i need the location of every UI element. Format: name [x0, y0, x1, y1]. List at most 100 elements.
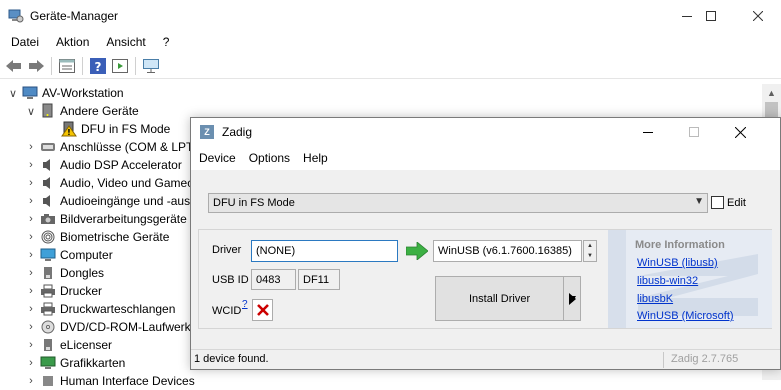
tree-item-elicenser[interactable]: › eLicenser	[25, 336, 112, 354]
tree-item-label: Bildverarbeitungsgeräte	[60, 212, 187, 226]
menu-help[interactable]: ?	[156, 35, 177, 49]
tree-item-label: AV-Workstation	[42, 86, 124, 100]
computer-icon	[22, 85, 38, 101]
chevron-right-icon[interactable]: ›	[25, 231, 37, 243]
printer-icon	[40, 283, 56, 299]
tree-item-av-workstation[interactable]: ∨ AV-Workstation	[7, 84, 124, 102]
chevron-down-icon[interactable]: ∨	[25, 105, 37, 118]
usb-pid-value: DF11	[303, 273, 330, 286]
status-text: 1 device found.	[194, 353, 269, 365]
tree-item-computer[interactable]: › Computer	[25, 246, 113, 264]
tree-item-label: Biometrische Geräte	[60, 230, 170, 244]
help-icon[interactable]: ?	[87, 55, 109, 77]
device-select-value: DFU in FS Mode	[213, 197, 295, 209]
device-select[interactable]: DFU in FS Mode ▼	[208, 193, 708, 213]
port-icon	[40, 139, 56, 155]
link-winusb-microsoft[interactable]: WinUSB (Microsoft)	[637, 310, 734, 322]
chevron-right-icon[interactable]: ›	[25, 249, 37, 261]
menu-aktion[interactable]: Aktion	[49, 35, 96, 49]
tree-item-bildverarbeitung[interactable]: › Bildverarbeitungsgeräte	[25, 210, 187, 228]
tree-item-hid[interactable]: › Human Interface Devices	[25, 372, 195, 390]
toolbar: ?	[0, 54, 781, 79]
target-driver-value: WinUSB (v6.1.7600.16385)	[438, 245, 572, 257]
tree-item-label: Audio DSP Accelerator	[60, 158, 182, 172]
close-button[interactable]	[717, 118, 763, 146]
tree-item-druckwarteschlangen[interactable]: › Druckwarteschlangen	[25, 300, 175, 318]
menu-datei[interactable]: Datei	[4, 35, 46, 49]
chevron-right-icon[interactable]: ›	[25, 177, 37, 189]
chevron-right-icon[interactable]: ›	[25, 285, 37, 297]
forward-icon[interactable]	[25, 55, 47, 77]
tree-item-dongles[interactable]: › Dongles	[25, 264, 104, 282]
tree-item-biometrisch[interactable]: › Biometrische Geräte	[25, 228, 169, 246]
status-separator	[663, 352, 664, 368]
install-driver-label: Install Driver	[469, 292, 531, 305]
maximize-button[interactable]	[688, 0, 734, 31]
chevron-right-icon[interactable]: ›	[25, 159, 37, 171]
window-title: Geräte-Manager	[30, 8, 119, 23]
spin-up-icon[interactable]: ▲	[587, 243, 593, 249]
arrow-right-icon	[406, 242, 428, 260]
minimize-button[interactable]	[625, 118, 671, 146]
close-button[interactable]	[735, 0, 781, 31]
menu-device[interactable]: Device	[194, 151, 241, 165]
update-driver-icon[interactable]	[109, 55, 131, 77]
toolbar-separator	[51, 57, 52, 75]
menu-bar: Datei Aktion Ansicht ?	[0, 31, 781, 53]
tree-item-label: Dongles	[60, 266, 105, 280]
tree-item-andere-geraete[interactable]: ∨ Andere Geräte	[25, 102, 139, 120]
tree-item-label: Grafikkarten	[60, 356, 126, 370]
usb-vid-field: 0483	[251, 269, 296, 290]
chevron-right-icon[interactable]: ›	[25, 267, 37, 279]
chevron-right-icon[interactable]: ›	[25, 141, 37, 153]
tree-item-anschluesse[interactable]: › Anschlüsse (COM & LPT)	[25, 138, 197, 156]
tree-item-label: Computer	[60, 248, 113, 262]
tree-item-grafikkarten[interactable]: › Grafikkarten	[25, 354, 125, 372]
chevron-right-icon[interactable]: ›	[25, 303, 37, 315]
tree-item-audio-dsp[interactable]: › Audio DSP Accelerator	[25, 156, 182, 174]
monitor-icon[interactable]	[140, 55, 162, 77]
chevron-down-icon[interactable]: ▼	[694, 196, 704, 207]
tree-item-label: Andere Geräte	[60, 104, 139, 118]
edit-checkbox[interactable]: Edit	[711, 196, 746, 209]
menu-ansicht[interactable]: Ansicht	[99, 35, 152, 49]
wcid-help-link[interactable]: ?	[242, 299, 248, 310]
chevron-right-icon[interactable]: ›	[25, 195, 37, 207]
svg-text:?: ?	[95, 60, 102, 74]
spin-down-icon[interactable]: ▼	[587, 253, 593, 259]
back-icon[interactable]	[3, 55, 25, 77]
tree-item-dvd-cd-rom[interactable]: › DVD/CD-ROM-Laufwerke	[25, 318, 197, 336]
scroll-up-icon[interactable]: ▲	[762, 84, 781, 101]
tree-item-label: Anschlüsse (COM & LPT)	[60, 140, 198, 154]
properties-icon[interactable]	[56, 55, 78, 77]
chevron-right-icon[interactable]: ›	[25, 213, 37, 225]
target-driver-field[interactable]: WinUSB (v6.1.7600.16385)	[433, 240, 582, 262]
tree-item-label: Drucker	[60, 284, 103, 298]
dropdown-arrow-icon[interactable]	[564, 292, 580, 305]
tree-item-drucker[interactable]: › Drucker	[25, 282, 102, 300]
link-winusb-libusb[interactable]: WinUSB (libusb)	[637, 257, 718, 269]
usb-pid-field: DF11	[298, 269, 340, 290]
tree-item-label: Human Interface Devices	[60, 374, 195, 388]
menu-options[interactable]: Options	[244, 151, 295, 165]
more-information-heading: More Information	[635, 239, 725, 251]
wcid-label: WCID	[212, 305, 242, 317]
toolbar-separator	[82, 57, 83, 75]
cross-icon	[252, 299, 273, 321]
tree-item-label: DFU in FS Mode	[81, 122, 171, 136]
link-libusb-win32[interactable]: libusb-win32	[637, 275, 698, 287]
toolbar-separator	[135, 57, 136, 75]
checkbox-box[interactable]	[711, 196, 724, 209]
zadig-window: Z Zadig Device Options Help DFU in FS Mo…	[190, 117, 781, 370]
link-libusbk[interactable]: libusbK	[637, 293, 673, 305]
chevron-right-icon[interactable]: ›	[25, 375, 37, 387]
chevron-down-icon[interactable]: ∨	[7, 87, 19, 100]
chevron-right-icon[interactable]: ›	[25, 321, 37, 333]
driver-spinner[interactable]: ▲ ▼	[583, 240, 597, 262]
chevron-right-icon[interactable]: ›	[25, 339, 37, 351]
usbid-label: USB ID	[212, 274, 249, 286]
menu-help[interactable]: Help	[298, 151, 333, 165]
chevron-right-icon[interactable]: ›	[25, 357, 37, 369]
install-driver-button[interactable]: Install Driver	[435, 276, 581, 321]
tree-item-dfu-in-fs-mode[interactable]: ! DFU in FS Mode	[46, 120, 170, 138]
